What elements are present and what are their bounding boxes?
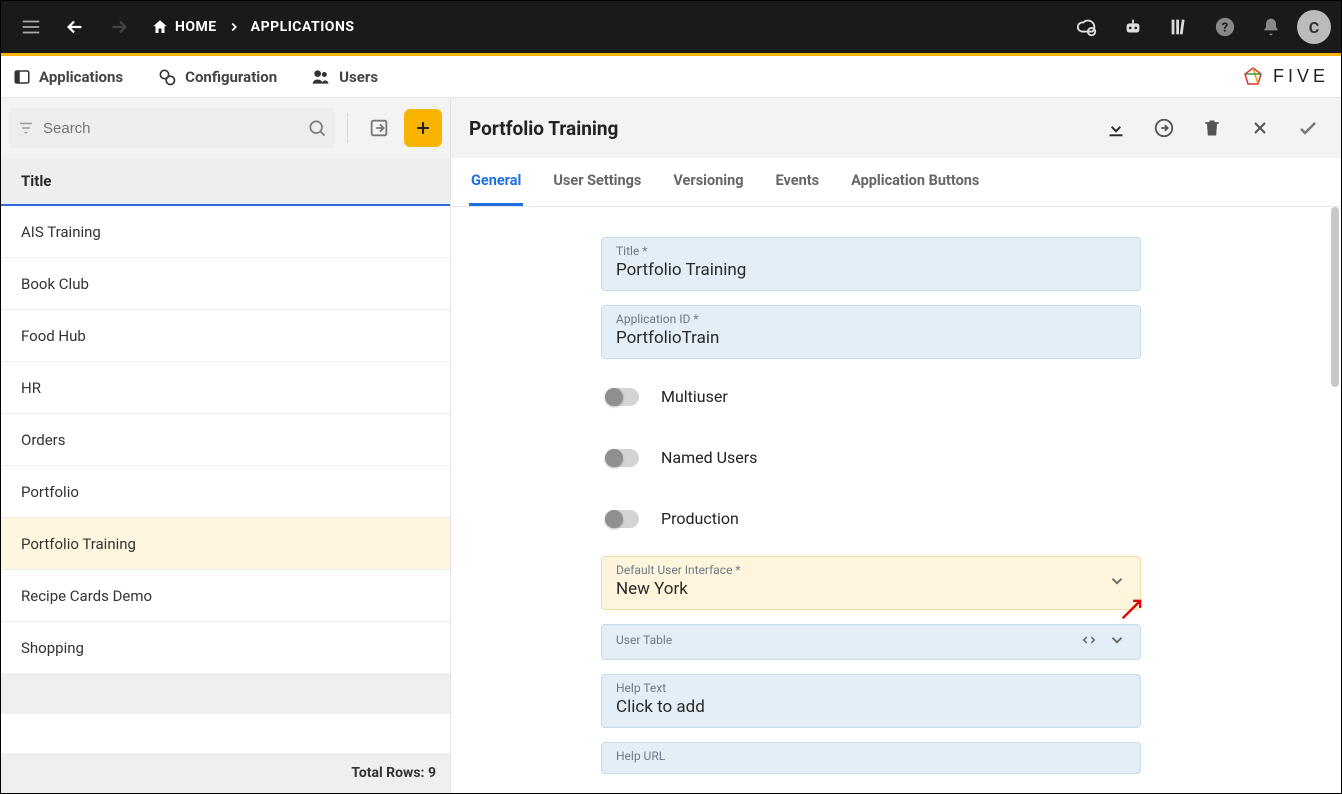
sidebar: Title AIS TrainingBook ClubFood HubHROrd… <box>1 98 451 793</box>
list-item[interactable]: Recipe Cards Demo <box>1 570 450 622</box>
brand-label: FIVE <box>1273 66 1329 87</box>
search-icon[interactable] <box>307 118 327 138</box>
field-user-table-label: User Table <box>616 633 672 647</box>
download-button[interactable] <box>1101 113 1131 143</box>
field-user-table[interactable]: User Table <box>601 624 1141 660</box>
scrollbar-thumb[interactable] <box>1331 207 1339 387</box>
topbar: HOME APPLICATIONS ? C <box>1 1 1341 56</box>
field-title-label: Title * <box>616 244 1126 258</box>
sidebar-toolbar <box>1 98 450 158</box>
footer-count: 9 <box>428 765 436 781</box>
avatar[interactable]: C <box>1297 10 1331 44</box>
toggle-production[interactable]: Production <box>601 495 1141 542</box>
separator <box>347 113 348 143</box>
field-help-url[interactable]: Help URL <box>601 742 1141 774</box>
forward-button <box>99 7 139 47</box>
help-icon[interactable]: ? <box>1205 7 1245 47</box>
subnav-users[interactable]: Users <box>311 67 378 87</box>
toggle-multiuser[interactable]: Multiuser <box>601 373 1141 420</box>
list-header[interactable]: Title <box>1 158 450 206</box>
subnav-configuration-label: Configuration <box>185 68 277 86</box>
back-button[interactable] <box>55 7 95 47</box>
field-default-ui[interactable]: Default User Interface * New York <box>601 556 1141 610</box>
deploy-button[interactable] <box>1149 113 1179 143</box>
field-help-text[interactable]: Help Text Click to add <box>601 674 1141 728</box>
field-appid-value: PortfolioTrain <box>616 328 1126 348</box>
list-item[interactable]: AIS Training <box>1 206 450 258</box>
main: Title AIS TrainingBook ClubFood HubHROrd… <box>1 98 1341 793</box>
svg-text:?: ? <box>1222 21 1228 36</box>
tab-versioning[interactable]: Versioning <box>671 158 745 206</box>
toggle-named-users[interactable]: Named Users <box>601 434 1141 481</box>
breadcrumb-home[interactable]: HOME <box>151 18 217 36</box>
tabs: General User Settings Versioning Events Appl… <box>451 158 1341 207</box>
sidebar-footer: Total Rows: 9 <box>1 753 450 793</box>
field-dui-value: New York <box>616 579 741 599</box>
library-icon[interactable] <box>1159 7 1199 47</box>
subnav-configuration[interactable]: Configuration <box>157 67 277 87</box>
field-title[interactable]: Title * Portfolio Training <box>601 237 1141 291</box>
search-box[interactable] <box>9 108 335 148</box>
field-help-url-label: Help URL <box>616 749 1126 763</box>
tab-application-buttons[interactable]: Application Buttons <box>849 158 981 206</box>
list-item[interactable]: HR <box>1 362 450 414</box>
chevron-down-icon[interactable] <box>1108 631 1126 649</box>
detail-header: Portfolio Training <box>451 98 1341 158</box>
field-help-text-label: Help Text <box>616 681 1126 695</box>
filter-icon <box>17 119 35 137</box>
list-item[interactable]: Book Club <box>1 258 450 310</box>
import-button[interactable] <box>360 109 398 147</box>
toggle-named-label: Named Users <box>661 448 757 467</box>
hamburger-icon[interactable] <box>11 7 51 47</box>
chevron-down-icon[interactable] <box>1108 572 1126 590</box>
toggle-switch[interactable] <box>605 388 639 406</box>
subnav-applications[interactable]: Applications <box>13 68 123 86</box>
search-input[interactable] <box>43 120 299 137</box>
footer-label: Total Rows: <box>351 765 424 781</box>
robot-icon[interactable] <box>1113 7 1153 47</box>
field-appid[interactable]: Application ID * PortfolioTrain <box>601 305 1141 359</box>
list-header-title: Title <box>21 172 51 190</box>
subnav-users-label: Users <box>339 68 378 86</box>
detail-panel: Portfolio Training GeneralUser S <box>451 98 1341 793</box>
list-spacer <box>1 674 450 714</box>
close-button[interactable] <box>1245 113 1275 143</box>
field-appid-label: Application ID * <box>616 312 1126 326</box>
tab-general[interactable]: General <box>469 158 523 206</box>
list: AIS TrainingBook ClubFood HubHROrdersPor… <box>1 206 450 753</box>
tab-user-settings[interactable]: User Settings <box>551 158 643 206</box>
form-scroll[interactable]: Title * Portfolio Training Application I… <box>451 207 1341 793</box>
list-item[interactable]: Orders <box>1 414 450 466</box>
annotation-arrow <box>1118 595 1146 623</box>
bell-icon[interactable] <box>1251 7 1291 47</box>
toggle-multiuser-label: Multiuser <box>661 387 728 406</box>
toggle-production-label: Production <box>661 509 739 528</box>
list-item[interactable]: Portfolio Training <box>1 518 450 570</box>
breadcrumb-applications-label: APPLICATIONS <box>251 19 355 35</box>
detail-title: Portfolio Training <box>469 117 618 140</box>
code-icon[interactable] <box>1080 631 1098 649</box>
field-dui-label: Default User Interface * <box>616 563 741 577</box>
tab-events[interactable]: Events <box>774 158 822 206</box>
avatar-initial: C <box>1309 18 1319 37</box>
breadcrumb-applications[interactable]: APPLICATIONS <box>251 19 355 35</box>
list-item[interactable]: Shopping <box>1 622 450 674</box>
brand-logo: FIVE <box>1241 65 1329 89</box>
toggle-switch[interactable] <box>605 510 639 528</box>
field-help-text-value: Click to add <box>616 697 1126 717</box>
toggle-switch[interactable] <box>605 449 639 467</box>
breadcrumb-home-label: HOME <box>175 19 217 35</box>
subnav: Applications Configuration Users FIVE <box>1 56 1341 98</box>
list-item[interactable]: Portfolio <box>1 466 450 518</box>
breadcrumb: HOME APPLICATIONS <box>151 18 354 36</box>
delete-button[interactable] <box>1197 113 1227 143</box>
field-title-value: Portfolio Training <box>616 260 1126 280</box>
chevron-right-icon <box>227 20 241 34</box>
add-button[interactable] <box>404 109 442 147</box>
save-button[interactable] <box>1293 113 1323 143</box>
subnav-applications-label: Applications <box>39 68 123 86</box>
cloud-icon[interactable] <box>1067 7 1107 47</box>
list-item[interactable]: Food Hub <box>1 310 450 362</box>
